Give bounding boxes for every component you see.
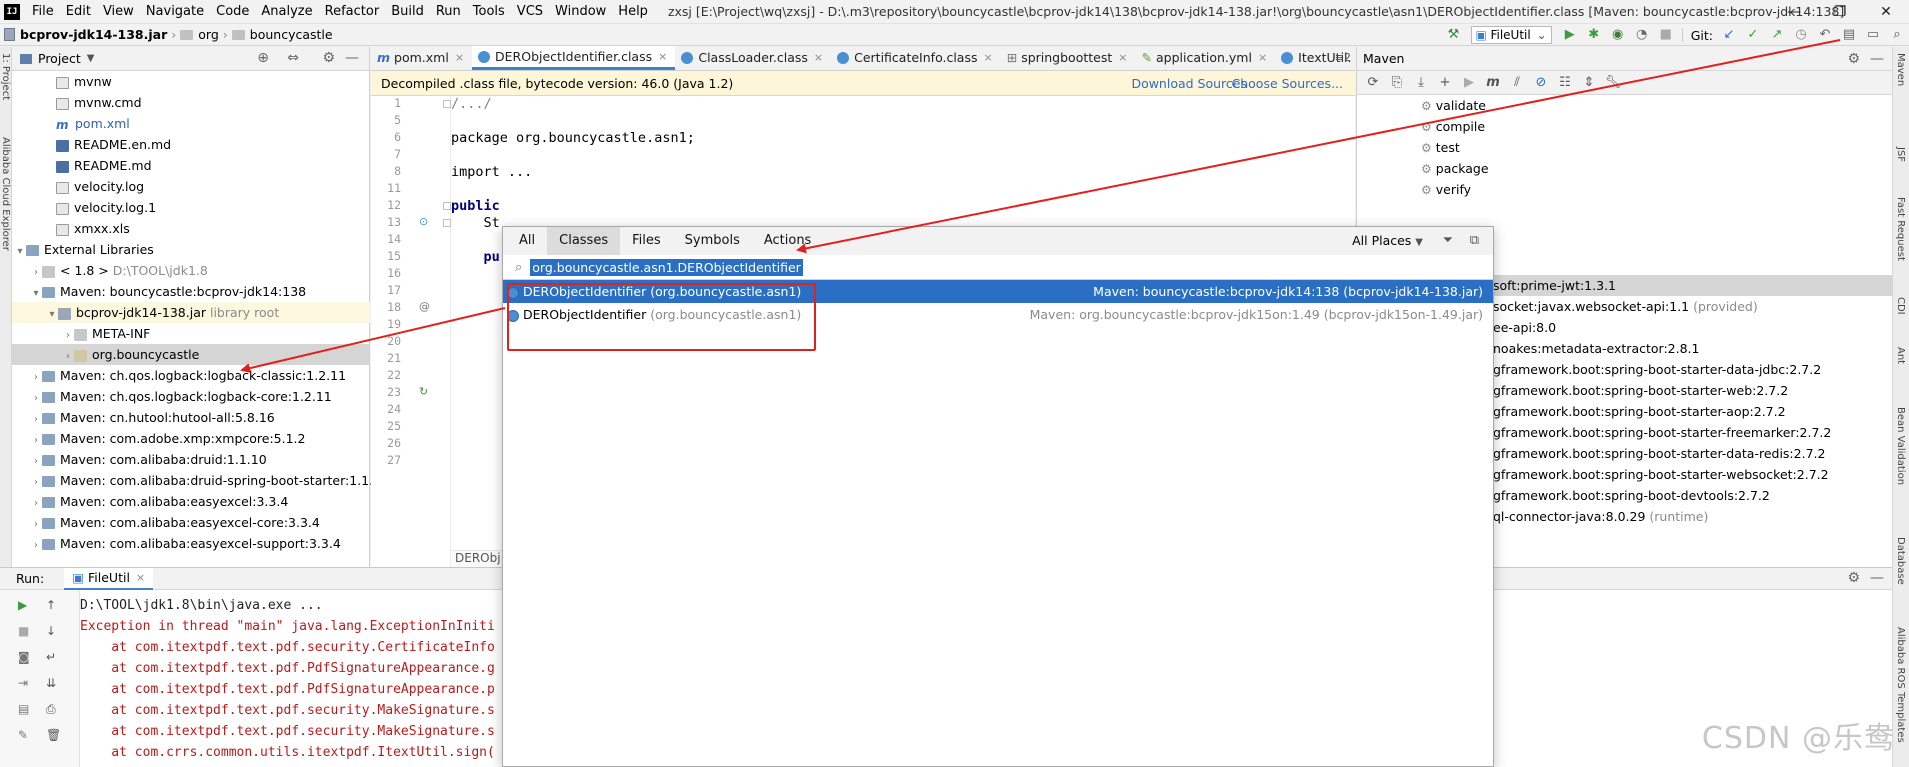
annotation-arrow-to-package [240, 307, 506, 374]
annotation-arrow-to-search [796, 39, 1841, 254]
watermark: CSDN @乐鸯 [1701, 721, 1895, 756]
annotation-arrows [240, 39, 1841, 374]
